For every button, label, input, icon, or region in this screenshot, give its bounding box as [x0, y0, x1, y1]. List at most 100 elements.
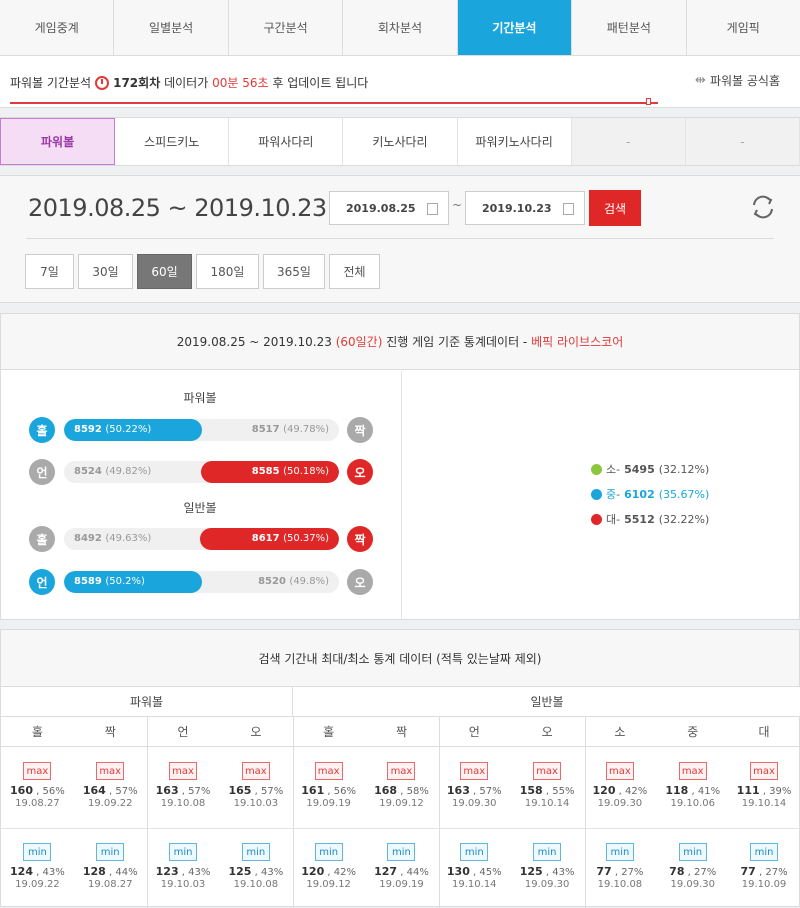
nav-tab[interactable]: 패턴분석 [572, 0, 687, 55]
start-date-input[interactable]: 2019.08.25 [329, 191, 449, 225]
end-date-input[interactable]: 2019.10.23 [465, 191, 585, 225]
ratio-right-value: 8520 (49.8%) [258, 576, 329, 587]
game-tab[interactable]: 스피드키노 [115, 118, 230, 165]
end-date-value: 2019.10.23 [482, 201, 552, 215]
period-button[interactable]: 180일 [196, 254, 259, 289]
game-tab[interactable]: 키노사다리 [343, 118, 458, 165]
stat-date: 19.10.14 [452, 879, 497, 890]
stat-value: 124 , 43% [10, 865, 65, 878]
stat-value: 125 , 43% [228, 865, 284, 878]
stat-cell: max 120 , 42% 19.09.30 [584, 748, 657, 828]
official-home-link[interactable]: ⇹ 파워볼 공식홈 [695, 72, 780, 89]
nav-tab[interactable]: 일별분석 [114, 0, 229, 55]
legend-value: 5495 [624, 462, 655, 476]
period-button[interactable]: 60일 [137, 254, 192, 289]
max-badge: max [387, 762, 416, 780]
max-badge: max [314, 762, 343, 780]
stat-cell: max 160 , 56% 19.08.27 [1, 748, 74, 828]
stat-value: 168 , 58% [374, 784, 429, 797]
stat-date: 19.10.09 [741, 879, 787, 890]
date-range-panel: 2019.08.25 ~ 2019.10.23 2019.08.25 ~ 201… [0, 175, 800, 303]
period-button[interactable]: 30일 [78, 254, 133, 289]
stat-date: 19.10.03 [160, 879, 206, 890]
ratio-bar: 8592 (50.22%) 8517 (49.78%) [64, 419, 339, 441]
stat-cell: max 163 , 57% 19.10.08 [147, 748, 220, 828]
stat-cell: min 125 , 43% 19.10.08 [219, 829, 292, 908]
column-header: 소 [614, 725, 626, 739]
legend-dot-icon [591, 513, 602, 525]
stat-cell: min 128 , 44% 19.08.27 [74, 829, 147, 908]
calendar-icon [427, 203, 438, 215]
stat-date: 19.10.03 [233, 798, 279, 809]
stat-date: 19.10.08 [597, 879, 643, 890]
nav-tab[interactable]: 게임픽 [687, 0, 800, 55]
game-tab[interactable]: 파워키노사다리 [457, 118, 572, 165]
group-powerball: 파워볼 [1, 687, 293, 717]
stat-cell: min 77 , 27% 19.10.08 [584, 829, 657, 908]
stat-cell: min 120 , 42% 19.09.12 [292, 829, 365, 908]
game-tab[interactable]: 파워사다리 [229, 118, 344, 165]
period-button[interactable]: 전체 [329, 254, 380, 289]
stat-value: 160 , 56% [10, 784, 65, 797]
ratio-left-circle: 언 [29, 459, 55, 485]
stat-date: 19.09.30 [452, 798, 497, 809]
nav-tab[interactable]: 기간분석 [457, 0, 573, 55]
stat-date: 19.09.22 [87, 798, 133, 809]
update-suffix: 후 업데이트 됩니다 [272, 76, 369, 90]
ratio-row: 언 8524 (49.82%) 8585 (50.18%) 오 [29, 459, 374, 487]
ratio-right-circle: 오 [347, 459, 373, 485]
nav-tab[interactable]: 게임중계 [0, 0, 115, 55]
stat-value: 161 , 56% [301, 784, 357, 797]
refresh-icon[interactable] [748, 192, 778, 222]
max-badge: max [96, 762, 125, 780]
period-button[interactable]: 365일 [263, 254, 325, 289]
stat-date: 19.09.30 [597, 798, 643, 809]
stat-cell: max 118 , 41% 19.10.06 [656, 748, 729, 828]
stat-value: 158 , 55% [519, 784, 575, 797]
nav-tab[interactable]: 구간분석 [229, 0, 344, 55]
stat-date: 19.10.14 [524, 798, 570, 809]
stat-cell: max 158 , 55% 19.10.14 [511, 748, 584, 828]
stat-cell: min 77 , 27% 19.10.09 [729, 829, 799, 908]
ratio-bar: 8492 (49.63%) 8617 (50.37%) [64, 528, 339, 550]
ratio-left-circle: 홀 [29, 526, 55, 552]
min-badge: min [23, 843, 52, 861]
divider [26, 238, 774, 239]
column-headers: 홀짝언오홀짝언오소중대 [1, 717, 799, 747]
stats-days: (60일간) [335, 335, 383, 349]
stat-value: 163 , 57% [446, 784, 502, 797]
game-tab: - [685, 118, 800, 165]
column-header: 언 [177, 725, 189, 739]
stat-date: 19.09.12 [379, 798, 424, 809]
stat-cell: max 164 , 57% 19.09.22 [74, 748, 147, 828]
min-badge: min [241, 843, 270, 861]
stat-value: 77 , 27% [596, 865, 644, 878]
update-progress-bar [10, 102, 658, 104]
game-tab[interactable]: 파워볼 [0, 118, 116, 165]
period-button[interactable]: 7일 [25, 254, 74, 289]
stat-date: 19.10.06 [670, 798, 715, 809]
min-badge: min [605, 843, 634, 861]
ratio-row: 언 8589 (50.2%) 8520 (49.8%) 오 [29, 569, 374, 597]
nav-tab[interactable]: 회차분석 [343, 0, 458, 55]
powerball-section-title: 파워볼 [183, 391, 217, 405]
date-separator: ~ [452, 198, 463, 212]
column-header: 짝 [395, 725, 407, 739]
min-badge: min [96, 843, 125, 861]
legend-percent: (35.67%) [658, 487, 710, 501]
column-header: 대 [758, 725, 770, 739]
column-header: 오 [250, 725, 262, 739]
ratio-left-value: 8524 (49.82%) [74, 466, 152, 477]
max-badge: max [533, 762, 562, 780]
column-header: 홀 [31, 725, 43, 739]
divider [585, 717, 586, 908]
stat-value: 130 , 45% [446, 865, 502, 878]
stats-range: 2019.08.25 ~ 2019.10.23 [176, 334, 332, 349]
min-badge: min [387, 843, 416, 861]
ratio-left-value: 8592 (50.22%) [74, 424, 152, 435]
max-badge: max [605, 762, 634, 780]
stat-value: 120 , 42% [301, 865, 357, 878]
stat-date: 19.10.14 [741, 798, 787, 809]
search-button[interactable]: 검색 [589, 190, 641, 226]
minmax-table: 검색 기간내 최대/최소 통계 데이터 (적특 있는날짜 제외) 파워볼 일반볼… [0, 629, 800, 908]
